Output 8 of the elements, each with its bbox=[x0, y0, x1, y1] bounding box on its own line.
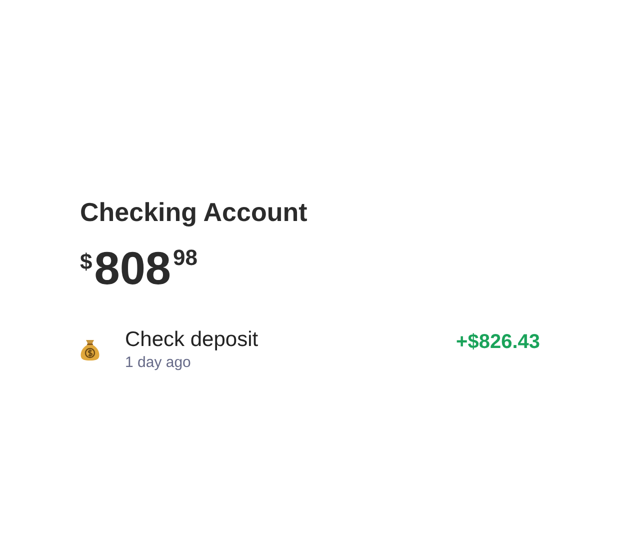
balance-amount: 808 bbox=[94, 245, 171, 291]
transaction-title: Check deposit bbox=[125, 327, 258, 353]
transaction-time: 1 day ago bbox=[125, 353, 192, 373]
balance-cents: 98 bbox=[173, 247, 198, 269]
money-bag-icon bbox=[80, 339, 100, 361]
currency-symbol: $ bbox=[80, 251, 92, 273]
transaction-amount: +$826.43 bbox=[456, 330, 540, 355]
account-title: Checking Account bbox=[80, 196, 308, 229]
